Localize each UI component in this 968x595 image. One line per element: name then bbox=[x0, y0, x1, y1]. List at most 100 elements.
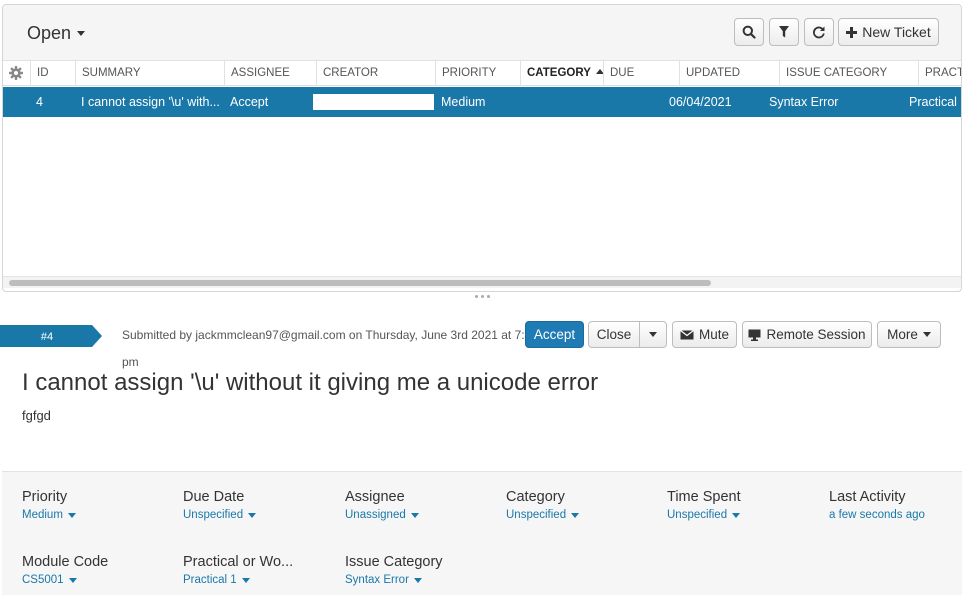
ticket-list-panel: Open New Ticket ID SUMMARY ASSIGNEE CREA… bbox=[2, 4, 962, 292]
property-label: Due Date bbox=[183, 489, 245, 505]
property-value: Unspecified bbox=[667, 509, 728, 521]
monitor-icon bbox=[748, 329, 761, 341]
property-time-spent: Time Spent Unspecified bbox=[667, 489, 741, 521]
property-label: Practical or Wo... bbox=[183, 554, 294, 570]
priority-dropdown[interactable]: Medium bbox=[22, 509, 76, 521]
issue-category-dropdown[interactable]: Syntax Error bbox=[345, 574, 443, 586]
time-spent-dropdown[interactable]: Unspecified bbox=[667, 509, 741, 521]
property-issue-category: Issue Category Syntax Error bbox=[345, 554, 443, 586]
property-label: Module Code bbox=[22, 554, 109, 570]
property-label: Assignee bbox=[345, 489, 405, 505]
module-code-dropdown[interactable]: CS5001 bbox=[22, 574, 108, 586]
property-value: a few seconds ago bbox=[829, 509, 925, 521]
property-value: Syntax Error bbox=[345, 574, 409, 586]
due-date-dropdown[interactable]: Unspecified bbox=[183, 509, 257, 521]
column-settings[interactable] bbox=[3, 61, 29, 86]
property-due-date: Due Date Unspecified bbox=[183, 489, 257, 521]
close-options-button[interactable] bbox=[639, 321, 667, 348]
close-button[interactable]: Close bbox=[588, 321, 640, 348]
column-issue-category[interactable]: ISSUE CATEGORY bbox=[779, 61, 918, 86]
grid-header: ID SUMMARY ASSIGNEE CREATOR PRIORITY CAT… bbox=[3, 61, 961, 86]
ticket-properties: Priority Medium Due Date Unspecified Ass… bbox=[2, 471, 962, 595]
search-icon bbox=[742, 25, 756, 39]
accept-button[interactable]: Accept bbox=[525, 321, 584, 348]
cell-assignee: Accept bbox=[230, 95, 269, 109]
submitted-info-tail: pm bbox=[122, 355, 139, 369]
last-activity-value[interactable]: a few seconds ago bbox=[829, 509, 925, 521]
property-value: Unspecified bbox=[183, 509, 244, 521]
practical-dropdown[interactable]: Practical 1 bbox=[183, 574, 293, 586]
search-button[interactable] bbox=[734, 18, 764, 46]
chevron-down-icon bbox=[241, 577, 250, 583]
property-value: Unassigned bbox=[345, 509, 406, 521]
property-value: Practical 1 bbox=[183, 574, 237, 586]
property-label: Category bbox=[506, 489, 565, 505]
chevron-down-icon bbox=[248, 512, 257, 518]
chevron-down-icon bbox=[68, 577, 77, 583]
scrollbar-thumb[interactable] bbox=[9, 280, 711, 286]
column-category[interactable]: CATEGORY bbox=[520, 61, 603, 86]
horizontal-scrollbar[interactable] bbox=[3, 276, 961, 288]
remote-session-label: Remote Session bbox=[766, 327, 866, 342]
property-label: Issue Category bbox=[345, 554, 443, 570]
cell-issue-category: Syntax Error bbox=[769, 95, 839, 109]
column-summary[interactable]: SUMMARY bbox=[75, 61, 224, 86]
refresh-button[interactable] bbox=[804, 18, 834, 46]
chevron-down-icon bbox=[571, 512, 580, 518]
chevron-down-icon bbox=[649, 332, 657, 337]
new-ticket-label: New Ticket bbox=[862, 24, 931, 40]
cell-summary: I cannot assign '\u' with... bbox=[81, 95, 220, 109]
filter-button[interactable] bbox=[769, 18, 799, 46]
property-category: Category Unspecified bbox=[506, 489, 580, 521]
column-updated[interactable]: UPDATED bbox=[679, 61, 779, 86]
column-due[interactable]: DUE bbox=[603, 61, 679, 86]
column-practical[interactable]: PRACTI bbox=[918, 61, 961, 86]
plus-icon bbox=[846, 26, 858, 38]
envelope-icon bbox=[680, 329, 694, 339]
chevron-down-icon bbox=[410, 512, 419, 518]
property-practical: Practical or Wo... Practical 1 bbox=[183, 554, 293, 586]
column-priority[interactable]: PRIORITY bbox=[435, 61, 520, 86]
remote-session-button[interactable]: Remote Session bbox=[742, 321, 872, 348]
submitted-info: Submitted by jackmmclean97@gmail.com on … bbox=[122, 328, 538, 342]
assignee-dropdown[interactable]: Unassigned bbox=[345, 509, 419, 521]
list-toolbar: Open New Ticket bbox=[3, 5, 961, 61]
filter-icon bbox=[779, 26, 789, 38]
chevron-down-icon bbox=[77, 31, 86, 36]
ticket-body: fgfgd bbox=[22, 408, 51, 423]
more-button[interactable]: More bbox=[877, 321, 941, 348]
cell-creator-redacted bbox=[313, 94, 434, 110]
ticket-title: I cannot assign '\u' without it giving m… bbox=[22, 369, 599, 396]
view-dropdown[interactable]: Open bbox=[27, 23, 86, 44]
refresh-icon bbox=[813, 26, 825, 39]
column-id[interactable]: ID bbox=[30, 61, 75, 86]
property-label: Last Activity bbox=[829, 489, 906, 505]
property-priority: Priority Medium bbox=[22, 489, 76, 521]
property-value: Medium bbox=[22, 509, 63, 521]
new-ticket-button[interactable]: New Ticket bbox=[838, 18, 939, 46]
sort-ascending-icon bbox=[595, 69, 603, 74]
property-value: Unspecified bbox=[506, 509, 567, 521]
property-label: Time Spent bbox=[667, 489, 741, 505]
gear-icon bbox=[9, 66, 23, 80]
column-creator[interactable]: CREATOR bbox=[316, 61, 435, 86]
mute-button[interactable]: Mute bbox=[672, 321, 737, 348]
property-value: CS5001 bbox=[22, 574, 64, 586]
ticket-number-tag: #4 bbox=[0, 325, 102, 347]
more-label: More bbox=[887, 327, 918, 342]
pane-resize-handle[interactable] bbox=[2, 292, 962, 300]
chevron-down-icon bbox=[922, 332, 931, 337]
close-label: Close bbox=[596, 327, 632, 342]
cell-practical: Practical 1 bbox=[909, 95, 962, 109]
chevron-down-icon bbox=[67, 512, 76, 518]
category-dropdown[interactable]: Unspecified bbox=[506, 509, 580, 521]
cell-priority: Medium bbox=[441, 95, 486, 109]
table-row[interactable]: 4 I cannot assign '\u' with... Accept Me… bbox=[3, 87, 961, 117]
property-last-activity: Last Activity a few seconds ago bbox=[829, 489, 925, 521]
property-assignee: Assignee Unassigned bbox=[345, 489, 419, 521]
accept-label: Accept bbox=[533, 327, 576, 342]
column-assignee[interactable]: ASSIGNEE bbox=[224, 61, 316, 86]
property-label: Priority bbox=[22, 489, 68, 505]
view-label: Open bbox=[27, 23, 72, 43]
column-category-label: CATEGORY bbox=[527, 67, 591, 79]
